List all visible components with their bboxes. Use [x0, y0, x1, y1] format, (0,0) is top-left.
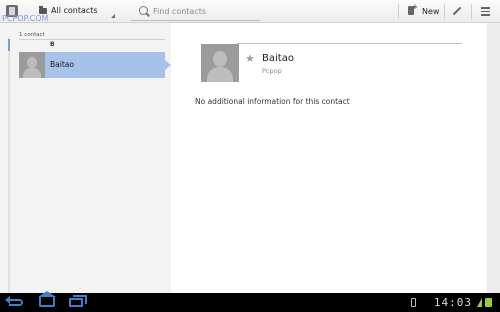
- folder-icon: [39, 6, 47, 14]
- divider: [444, 4, 445, 19]
- header-divider: [237, 43, 462, 44]
- contact-name: Baitao: [50, 60, 74, 69]
- edit-button[interactable]: [446, 2, 468, 21]
- back-icon: [5, 296, 23, 306]
- wifi-icon: [477, 298, 482, 307]
- divider: [398, 4, 399, 19]
- right-margin: [487, 23, 500, 293]
- divider: [471, 4, 472, 19]
- recent-apps-icon: [69, 295, 87, 307]
- search-input[interactable]: [153, 5, 257, 18]
- section-header: B: [50, 41, 55, 48]
- usb-icon: [411, 298, 416, 307]
- new-contact-button[interactable]: New: [403, 2, 443, 21]
- pencil-icon: [452, 6, 462, 16]
- avatar: [19, 52, 45, 78]
- recent-apps-button[interactable]: [66, 295, 88, 309]
- star-icon[interactable]: ★: [245, 52, 255, 65]
- back-button[interactable]: [5, 296, 28, 309]
- empty-info-message: No additional information for this conta…: [195, 97, 350, 106]
- home-button[interactable]: [36, 291, 58, 309]
- contact-detail-pane: ★ Baitao Pcpop No additional information…: [171, 23, 487, 293]
- search-icon: [139, 6, 148, 15]
- fast-scroll-thumb[interactable]: [8, 39, 10, 51]
- new-button-label: New: [422, 7, 440, 16]
- action-bar: PCPOP.COM All contacts New: [0, 0, 500, 23]
- menu-icon: [481, 7, 490, 16]
- battery-icon: [485, 298, 492, 307]
- dropdown-corner-icon: [111, 14, 115, 18]
- contact-list-item[interactable]: Baitao: [19, 52, 171, 78]
- contact-count: 1 contact: [19, 32, 165, 40]
- clock: 14:03: [433, 296, 472, 309]
- system-bar: 14:03: [0, 291, 500, 312]
- home-icon: [38, 291, 56, 307]
- contact-organization: Pcpop: [262, 67, 282, 75]
- new-contact-icon: [407, 3, 418, 15]
- filter-label: All contacts: [51, 6, 98, 15]
- contact-list-pane: 1 contact B Baitao: [0, 23, 171, 293]
- contact-photo[interactable]: [201, 44, 239, 82]
- overflow-menu-button[interactable]: [475, 2, 497, 21]
- fast-scroll-track[interactable]: [8, 37, 10, 293]
- contact-filter-dropdown[interactable]: All contacts: [33, 2, 117, 21]
- search-box: [131, 2, 260, 21]
- status-area[interactable]: 14:03: [402, 296, 492, 309]
- contact-detail-name: Baitao: [262, 53, 294, 64]
